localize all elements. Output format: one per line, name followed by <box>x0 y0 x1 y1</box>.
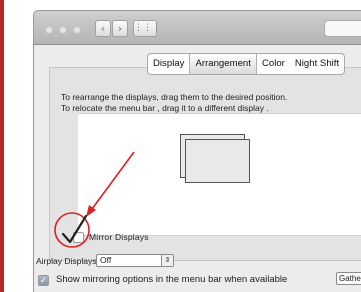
show-mirroring-label: Show mirroring options in the menu bar w… <box>56 274 288 285</box>
popup-arrows-icon: ⇕ <box>161 255 173 266</box>
checkmark-icon: ✓ <box>39 275 48 285</box>
airplay-displays-value: Off <box>100 255 112 265</box>
airplay-displays-label: Airplay Displays : <box>36 256 102 266</box>
tab-display[interactable]: Display <box>148 54 189 74</box>
left-edge-bar <box>0 0 4 292</box>
gather-windows-button[interactable]: Gather Windows <box>336 272 361 285</box>
arrangement-area <box>78 113 361 236</box>
search-field[interactable] <box>324 20 361 37</box>
preferences-window: ‹ › ⋮⋮⋮ To rearrange the displays, drag … <box>33 10 361 292</box>
minimize-window-button[interactable] <box>59 26 67 34</box>
back-button[interactable]: ‹ <box>95 20 111 37</box>
close-window-button[interactable] <box>45 26 53 34</box>
chevron-left-icon: ‹ <box>100 22 106 35</box>
mirror-displays-checkbox[interactable] <box>73 232 84 243</box>
display-rectangle-front[interactable] <box>185 139 250 183</box>
zoom-window-button[interactable] <box>73 26 81 34</box>
forward-button[interactable]: › <box>112 20 128 37</box>
mirror-displays-label: Mirror Displays <box>89 232 149 242</box>
show-mirroring-checkbox[interactable]: ✓ <box>38 275 49 286</box>
instruction-rearrange: To rearrange the displays, drag them to … <box>61 92 288 102</box>
instruction-menu-bar: To relocate the menu bar , drag it to a … <box>61 103 269 113</box>
tab-night-shift[interactable]: Night Shift <box>290 54 344 74</box>
title-bar: ‹ › ⋮⋮⋮ <box>34 11 361 45</box>
tab-bar: Display Arrangement Color Night Shift <box>147 53 346 75</box>
airplay-displays-popup[interactable]: Off ⇕ <box>96 254 174 267</box>
grid-icon: ⋮⋮⋮ <box>134 23 161 33</box>
tab-color[interactable]: Color <box>257 54 290 74</box>
show-all-button[interactable]: ⋮⋮⋮ <box>133 20 161 37</box>
chevron-right-icon: › <box>117 22 123 35</box>
tab-arrangement[interactable]: Arrangement <box>189 54 257 74</box>
